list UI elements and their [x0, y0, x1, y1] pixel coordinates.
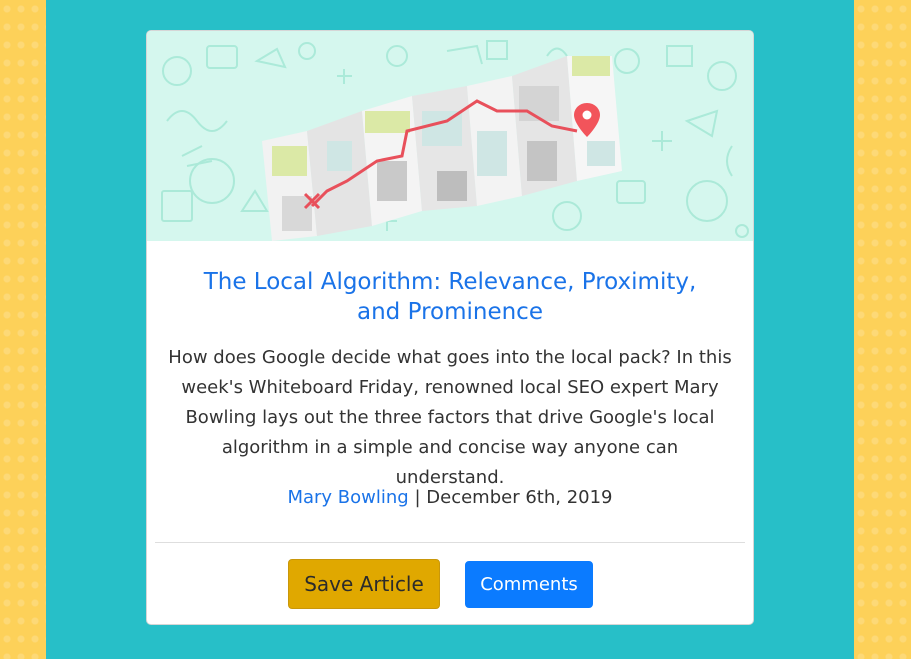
article-card: The Local Algorithm: Relevance, Proximit… — [146, 30, 754, 625]
author-link[interactable]: Mary Bowling — [287, 487, 408, 508]
left-patterned-margin — [0, 0, 46, 659]
save-article-label: Save Article — [304, 572, 424, 596]
byline-separator: | — [414, 487, 421, 508]
article-summary: How does Google decide what goes into th… — [168, 347, 732, 488]
folded-map-with-route-and-pin-icon — [161, 40, 749, 241]
publish-date: December 6th, 2019 — [426, 487, 613, 508]
comments-button[interactable]: Comments — [465, 561, 593, 608]
card-divider — [155, 542, 745, 543]
save-article-button[interactable]: Save Article — [288, 559, 440, 609]
article-title-line-1: The Local Algorithm: Relevance, Proximit… — [203, 269, 697, 295]
article-byline: Mary Bowling | December 6th, 2019 — [167, 483, 733, 513]
article-title-line-2: and Prominence — [357, 299, 543, 325]
article-hero-image — [147, 31, 753, 241]
article-title-link[interactable]: The Local Algorithm: Relevance, Proximit… — [187, 267, 713, 327]
right-patterned-margin — [854, 0, 911, 659]
comments-label: Comments — [480, 574, 578, 595]
